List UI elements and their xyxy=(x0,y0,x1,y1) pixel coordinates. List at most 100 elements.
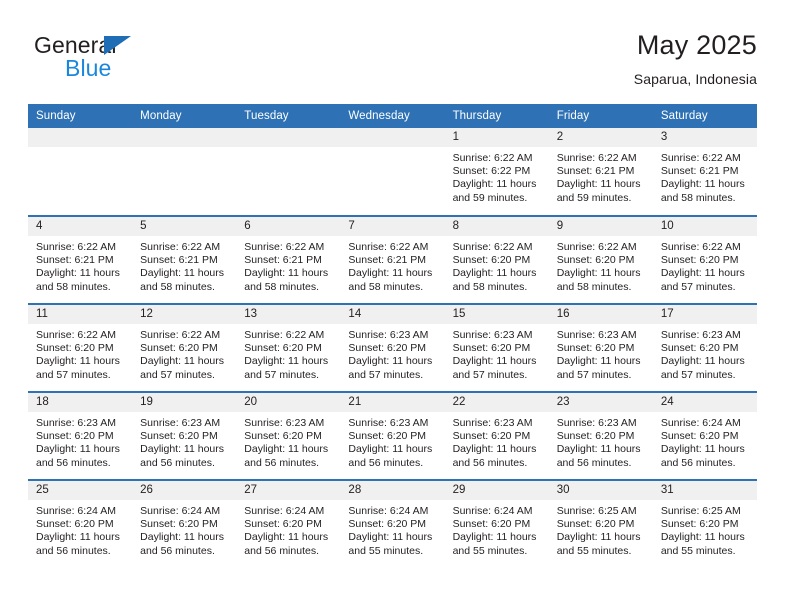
day-number: 20 xyxy=(236,393,341,412)
calendar-day-cell[interactable]: 9 Sunrise: 6:22 AM Sunset: 6:20 PM Daylight… xyxy=(548,215,653,304)
day-sun-info: Sunrise: 6:22 AM Sunset: 6:21 PM Daylight:… xyxy=(340,236,444,294)
calendar-day-cell[interactable]: 19 Sunrise: 6:23 AM Sunset: 6:20 PM Dayligh… xyxy=(132,391,237,480)
day-sun-info: Sunrise: 6:22 AM Sunset: 6:21 PM Daylight:… xyxy=(549,147,653,205)
daylight-text-line2: and 57 minutes. xyxy=(660,368,736,381)
sunrise-text: Sunrise: 6:23 AM xyxy=(348,329,429,341)
calendar-day-cell[interactable]: 1 Sunrise: 6:22 AM Sunset: 6:22 PM Daylight… xyxy=(444,128,549,216)
daylight-text-line2: and 58 minutes. xyxy=(244,280,319,293)
daylight-text-line2: and 56 minutes. xyxy=(36,456,111,469)
calendar-day-cell[interactable]: 26 Sunrise: 6:24 AM Sunset: 6:20 PM Dayligh… xyxy=(132,479,237,568)
page-header: General Blue May 2025 Saparua, Indonesia xyxy=(0,0,792,100)
sunrise-text: Sunrise: 6:22 AM xyxy=(140,329,221,341)
daylight-text-line1: Daylight: 11 hours xyxy=(36,531,120,544)
daylight-text-line2: and 55 minutes. xyxy=(452,544,528,557)
calendar-day-cell[interactable]: 6 Sunrise: 6:22 AM Sunset: 6:21 PM Daylight… xyxy=(236,215,341,304)
calendar-day-cell[interactable]: 25 Sunrise: 6:24 AM Sunset: 6:20 PM Dayligh… xyxy=(28,479,133,568)
calendar-day-cell[interactable]: 5 Sunrise: 6:22 AM Sunset: 6:21 PM Daylight… xyxy=(132,215,237,304)
calendar-body: 1 Sunrise: 6:22 AM Sunset: 6:22 PM Daylight… xyxy=(28,128,757,568)
sunset-text: Sunset: 6:20 PM xyxy=(140,430,218,443)
daylight-text-line1: Daylight: 11 hours xyxy=(452,443,537,456)
calendar-day-cell[interactable]: 4 Sunrise: 6:22 AM Sunset: 6:21 PM Daylight… xyxy=(28,215,133,304)
daylight-text-line1: Daylight: 11 hours xyxy=(36,443,120,456)
calendar-day-cell[interactable]: 8 Sunrise: 6:22 AM Sunset: 6:20 PM Daylight… xyxy=(444,215,549,304)
sunset-text: Sunset: 6:20 PM xyxy=(660,430,739,443)
calendar-day-cell[interactable]: 14 Sunrise: 6:23 AM Sunset: 6:20 PM Dayligh… xyxy=(340,303,445,392)
logo-text-blue: Blue xyxy=(65,55,112,81)
day-sun-info: Sunrise: 6:22 AM Sunset: 6:20 PM Daylight:… xyxy=(445,236,549,294)
day-number: 2 xyxy=(548,128,653,147)
title-block: May 2025 Saparua, Indonesia xyxy=(634,30,757,87)
daylight-text-line2: and 56 minutes. xyxy=(244,456,319,469)
sunset-text: Sunset: 6:20 PM xyxy=(452,430,531,443)
weekday-header-sunday: Sunday xyxy=(28,104,133,128)
calendar-day-cell[interactable]: 29 Sunrise: 6:24 AM Sunset: 6:20 PM Dayligh… xyxy=(444,479,549,568)
calendar-day-cell[interactable]: 18 Sunrise: 6:23 AM Sunset: 6:20 PM Dayligh… xyxy=(28,391,133,480)
calendar-day-cell[interactable]: 21 Sunrise: 6:23 AM Sunset: 6:20 PM Dayligh… xyxy=(340,391,445,480)
calendar-day-cell[interactable]: 13 Sunrise: 6:22 AM Sunset: 6:20 PM Dayligh… xyxy=(236,303,341,392)
day-sun-info: Sunrise: 6:22 AM Sunset: 6:21 PM Daylight:… xyxy=(653,147,757,205)
sunset-text: Sunset: 6:20 PM xyxy=(660,254,739,267)
calendar-day-cell[interactable]: 30 Sunrise: 6:25 AM Sunset: 6:20 PM Dayligh… xyxy=(548,479,653,568)
sunrise-text: Sunrise: 6:23 AM xyxy=(140,417,221,429)
daylight-text-line1: Daylight: 11 hours xyxy=(348,531,433,544)
sunrise-text: Sunrise: 6:24 AM xyxy=(348,505,429,517)
daylight-text-line1: Daylight: 11 hours xyxy=(244,443,329,456)
sunrise-text: Sunrise: 6:23 AM xyxy=(660,329,741,341)
day-number xyxy=(28,128,133,147)
sunset-text: Sunset: 6:21 PM xyxy=(556,165,635,178)
sunset-text: Sunset: 6:21 PM xyxy=(660,165,739,178)
calendar-day-cell[interactable]: 11 Sunrise: 6:22 AM Sunset: 6:20 PM Dayligh… xyxy=(28,303,133,392)
sunset-text: Sunset: 6:21 PM xyxy=(140,254,218,267)
calendar-day-cell[interactable]: 24 Sunrise: 6:24 AM Sunset: 6:20 PM Dayligh… xyxy=(652,391,757,480)
calendar-day-cell[interactable]: 20 Sunrise: 6:23 AM Sunset: 6:20 PM Dayligh… xyxy=(236,391,341,480)
sunset-text: Sunset: 6:20 PM xyxy=(140,518,218,531)
day-sun-info: Sunrise: 6:24 AM Sunset: 6:20 PM Daylight:… xyxy=(653,412,757,470)
calendar-day-cell[interactable]: 17 Sunrise: 6:23 AM Sunset: 6:20 PM Dayligh… xyxy=(652,303,757,392)
calendar-day-cell[interactable]: 15 Sunrise: 6:23 AM Sunset: 6:20 PM Dayligh… xyxy=(444,303,549,392)
calendar-day-cell[interactable]: 7 Sunrise: 6:22 AM Sunset: 6:21 PM Daylight… xyxy=(340,215,445,304)
calendar-day-cell[interactable]: 16 Sunrise: 6:23 AM Sunset: 6:20 PM Dayligh… xyxy=(548,303,653,392)
calendar-day-cell[interactable]: 3 Sunrise: 6:22 AM Sunset: 6:21 PM Daylight… xyxy=(652,128,757,216)
daylight-text-line1: Daylight: 11 hours xyxy=(660,267,745,280)
day-number: 10 xyxy=(652,217,757,236)
general-blue-logo[interactable]: General Blue xyxy=(34,34,234,86)
calendar-day-cell[interactable]: 23 Sunrise: 6:23 AM Sunset: 6:20 PM Dayligh… xyxy=(548,391,653,480)
sunset-text: Sunset: 6:20 PM xyxy=(244,342,322,355)
calendar-day-cell[interactable]: 12 Sunrise: 6:22 AM Sunset: 6:20 PM Dayligh… xyxy=(132,303,237,392)
day-sun-info: Sunrise: 6:23 AM Sunset: 6:20 PM Daylight:… xyxy=(653,324,757,382)
day-number: 27 xyxy=(236,481,341,500)
calendar-day-cell[interactable]: 27 Sunrise: 6:24 AM Sunset: 6:20 PM Dayligh… xyxy=(236,479,341,568)
daylight-text-line1: Daylight: 11 hours xyxy=(36,355,120,368)
calendar-week-row: 4 Sunrise: 6:22 AM Sunset: 6:21 PM Daylight… xyxy=(28,215,757,304)
day-sun-info: Sunrise: 6:24 AM Sunset: 6:20 PM Daylight:… xyxy=(340,500,444,558)
daylight-text-line1: Daylight: 11 hours xyxy=(140,355,224,368)
daylight-text-line1: Daylight: 11 hours xyxy=(452,267,537,280)
sunset-text: Sunset: 6:20 PM xyxy=(556,254,635,267)
daylight-text-line1: Daylight: 11 hours xyxy=(556,355,641,368)
day-number: 22 xyxy=(444,393,549,412)
daylight-text-line1: Daylight: 11 hours xyxy=(660,178,745,191)
day-sun-info: Sunrise: 6:22 AM Sunset: 6:20 PM Daylight:… xyxy=(236,324,340,382)
sunrise-text: Sunrise: 6:22 AM xyxy=(348,241,429,253)
sunset-text: Sunset: 6:21 PM xyxy=(348,254,427,267)
sunrise-text: Sunrise: 6:23 AM xyxy=(452,417,533,429)
calendar-day-cell[interactable]: 2 Sunrise: 6:22 AM Sunset: 6:21 PM Daylight… xyxy=(548,128,653,216)
sunrise-text: Sunrise: 6:24 AM xyxy=(452,505,533,517)
daylight-text-line1: Daylight: 11 hours xyxy=(556,178,641,191)
calendar-day-cell[interactable]: 28 Sunrise: 6:24 AM Sunset: 6:20 PM Dayligh… xyxy=(340,479,445,568)
calendar-day-cell[interactable]: 31 Sunrise: 6:25 AM Sunset: 6:20 PM Dayligh… xyxy=(652,479,757,568)
day-sun-info: Sunrise: 6:25 AM Sunset: 6:20 PM Daylight:… xyxy=(653,500,757,558)
day-number xyxy=(132,128,237,147)
sunset-text: Sunset: 6:21 PM xyxy=(36,254,114,267)
daylight-text-line1: Daylight: 11 hours xyxy=(140,267,224,280)
calendar-week-row: 25 Sunrise: 6:24 AM Sunset: 6:20 PM Dayligh… xyxy=(28,479,757,568)
sunset-text: Sunset: 6:20 PM xyxy=(660,342,739,355)
weekday-header-thursday: Thursday xyxy=(444,104,549,128)
day-number: 3 xyxy=(652,128,757,147)
calendar-day-cell[interactable]: 10 Sunrise: 6:22 AM Sunset: 6:20 PM Dayligh… xyxy=(652,215,757,304)
day-number: 26 xyxy=(132,481,237,500)
sunrise-text: Sunrise: 6:22 AM xyxy=(452,241,533,253)
triangle-icon xyxy=(104,36,131,55)
sunset-text: Sunset: 6:20 PM xyxy=(140,342,218,355)
calendar-day-cell[interactable]: 22 Sunrise: 6:23 AM Sunset: 6:20 PM Dayligh… xyxy=(444,391,549,480)
